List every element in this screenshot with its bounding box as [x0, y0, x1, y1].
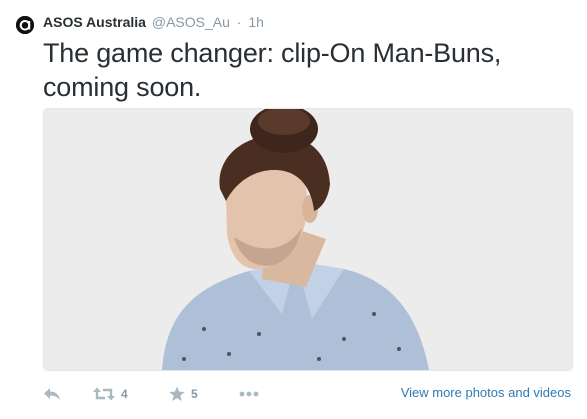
favorite-count: 5: [191, 387, 198, 401]
asos-logo-avatar[interactable]: [16, 16, 34, 34]
view-more-photos-link[interactable]: View more photos and videos: [401, 385, 571, 400]
tweet-timestamp[interactable]: 1h: [248, 14, 264, 30]
author-name[interactable]: ASOS Australia: [43, 14, 146, 30]
man-bun-model-photo: [44, 109, 572, 370]
favorite-button[interactable]: 5: [169, 382, 198, 406]
tweet-text-line-1: The game changer: clip-On Man-Buns,: [43, 38, 502, 68]
tweet-actions: 4 5 View more photos and videos: [43, 382, 573, 406]
retweet-button[interactable]: 4: [93, 382, 128, 406]
header-separator: ·: [236, 14, 242, 30]
more-icon: [239, 391, 259, 397]
star-icon: [169, 386, 185, 401]
author-handle[interactable]: @ASOS_Au: [152, 14, 230, 30]
tweet-text-line-2: coming soon.: [43, 72, 202, 102]
asos-logo-icon: [16, 16, 34, 34]
reply-button[interactable]: [43, 382, 61, 406]
tweet-card: ASOS Australia @ASOS_Au · 1h The game ch…: [0, 0, 587, 419]
tweet-text: The game changer: clip-On Man-Buns, comi…: [43, 36, 573, 104]
tweet-photo[interactable]: [43, 108, 573, 371]
tweet-header: ASOS Australia @ASOS_Au · 1h: [43, 13, 264, 31]
retweet-count: 4: [121, 387, 128, 401]
more-button[interactable]: [239, 382, 259, 406]
retweet-icon: [93, 387, 115, 401]
reply-icon: [44, 388, 60, 400]
